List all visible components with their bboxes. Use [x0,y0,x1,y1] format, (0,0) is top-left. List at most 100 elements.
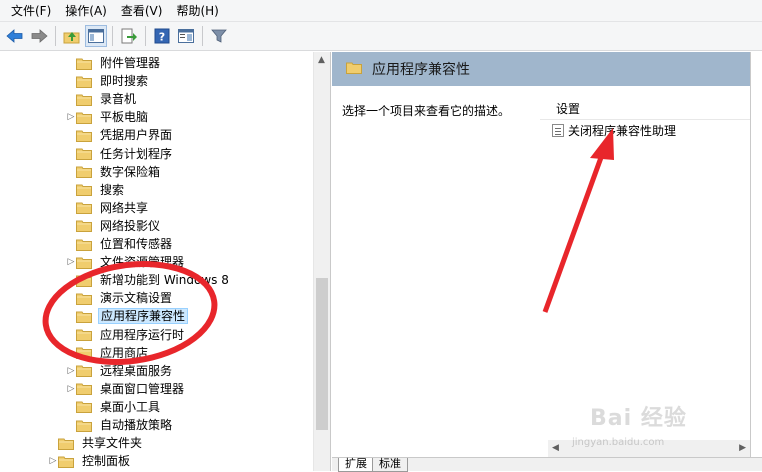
menu-view[interactable]: 查看(V) [114,0,170,22]
folder-icon [76,238,92,251]
svg-text:?: ? [159,31,165,44]
category-title: 应用程序兼容性 [372,62,470,78]
forward-arrow-icon[interactable] [28,25,50,47]
folder-icon [76,419,92,432]
tree-item[interactable]: 数字保险箱 [66,163,162,181]
help-icon[interactable]: ? [151,25,173,47]
settings-column-header[interactable]: 设置 [540,88,750,120]
menu-bar: 文件(F) 操作(A) 查看(V) 帮助(H) [0,0,762,22]
tree-item-label: 演示文稿设置 [100,291,173,306]
folder-icon [76,400,92,414]
folder-icon [76,75,92,88]
setting-label: 关闭程序兼容性助理 [568,124,677,138]
properties-view-icon[interactable] [175,25,197,47]
tree-item[interactable]: 录音机 [66,90,138,108]
up-folder-icon[interactable] [61,25,83,47]
folder-icon [76,111,92,124]
scroll-thumb[interactable] [316,278,328,430]
description-text: 选择一个项目来查看它的描述。 [342,104,511,118]
tree-item[interactable]: 应用商店 [66,344,150,362]
tree-item[interactable]: 自动播放策略 [66,416,174,434]
tab-standard[interactable]: 标准 [372,458,408,472]
tree-item-label: 凭据用户界面 [100,128,173,143]
folder-icon [58,437,74,450]
tree-item-label: 控制面板 [82,454,131,469]
tree-item[interactable]: 应用程序兼容性 [66,307,189,325]
tree-item[interactable]: 新增功能到 Windows 8 [66,271,231,289]
expand-chevron-icon[interactable]: ▷ [66,108,76,126]
tree-item-label: 新增功能到 Windows 8 [100,273,229,288]
expand-chevron-icon[interactable]: ▷ [48,452,58,470]
tree-item[interactable]: ▷ 文件资源管理器 [66,253,186,271]
scroll-right-icon[interactable]: ▶ [739,443,746,453]
tree-item-label: 应用程序运行时 [100,327,185,342]
tree-item[interactable]: ▷ 远程桌面服务 [66,362,174,380]
tree-item[interactable]: 附件管理器 [66,54,162,72]
tree-item[interactable]: ▷ 控制面板 [48,452,132,470]
folder-icon [76,201,92,215]
folder-icon [76,147,92,160]
tree-item[interactable]: 任务计划程序 [66,145,174,163]
menu-help[interactable]: 帮助(H) [169,0,225,22]
tree-item[interactable]: 桌面小工具 [66,398,162,416]
folder-icon [76,292,92,305]
tab-extended[interactable]: 扩展 [338,458,374,472]
folder-icon [76,57,92,70]
tree-item[interactable]: 网络共享 [66,199,150,217]
tree-item[interactable]: ▷ 平板电脑 [66,108,150,126]
toolbar-separator [55,26,56,46]
filter-icon[interactable] [208,25,230,47]
tree-item[interactable]: 共享文件夹 [48,434,144,452]
tree-item[interactable]: 演示文稿设置 [66,289,174,307]
folder-icon [76,382,92,396]
folder-icon [76,346,92,360]
expand-chevron-icon[interactable]: ▷ [66,380,76,398]
menu-file[interactable]: 文件(F) [4,0,58,22]
category-header: 应用程序兼容性 [332,52,750,86]
back-arrow-icon[interactable] [4,25,26,47]
tree-item[interactable]: 应用程序运行时 [66,326,186,344]
tree-vertical-scrollbar[interactable]: ▲ [313,52,330,471]
folder-icon [76,183,92,197]
scroll-up-icon[interactable]: ▲ [318,55,325,65]
tree-item[interactable]: ▷ 桌面窗口管理器 [66,380,186,398]
setting-item[interactable]: 关闭程序兼容性助理 [552,122,676,139]
tree-item-label: 文件资源管理器 [100,255,185,270]
tree-item[interactable]: 网络投影仪 [66,217,162,235]
expand-chevron-icon[interactable]: ▷ [66,253,76,271]
scroll-left-icon[interactable]: ◀ [552,443,559,453]
tree-item[interactable]: 搜索 [66,181,126,199]
tree-pane: 附件管理器 即时搜索 录音机 ▷ 平板电脑 凭据用户界面 任务计划程序 数字保险箱 搜索 网络共享… [0,52,331,471]
tree-item-label: 应用商店 [100,345,149,360]
tree-item-label: 位置和传感器 [100,237,173,251]
watermark-logo: Bai 经验 [590,406,687,431]
expand-chevron-icon[interactable]: ▷ [66,362,76,380]
tree-item-label: 桌面窗口管理器 [100,381,185,396]
show-hide-tree-icon[interactable] [85,25,107,47]
menu-action[interactable]: 操作(A) [58,0,114,22]
tree-item-label: 数字保险箱 [100,164,161,179]
tree-item[interactable]: 即时搜索 [66,72,150,90]
tree-item-label: 共享文件夹 [82,436,143,451]
toolbar: ? [0,22,762,51]
tree-item-label: 搜索 [100,182,125,197]
tree-item[interactable]: 凭据用户界面 [66,126,174,144]
folder-icon [76,310,92,323]
folder-icon [76,129,92,142]
tree-item-label: 平板电脑 [100,110,149,125]
tree-item-label: 桌面小工具 [100,399,161,414]
export-list-icon[interactable] [118,25,140,47]
toolbar-separator [202,26,203,46]
tree-item-label: 应用程序兼容性 [98,308,189,325]
tree-item[interactable]: 位置和传感器 [66,235,174,253]
